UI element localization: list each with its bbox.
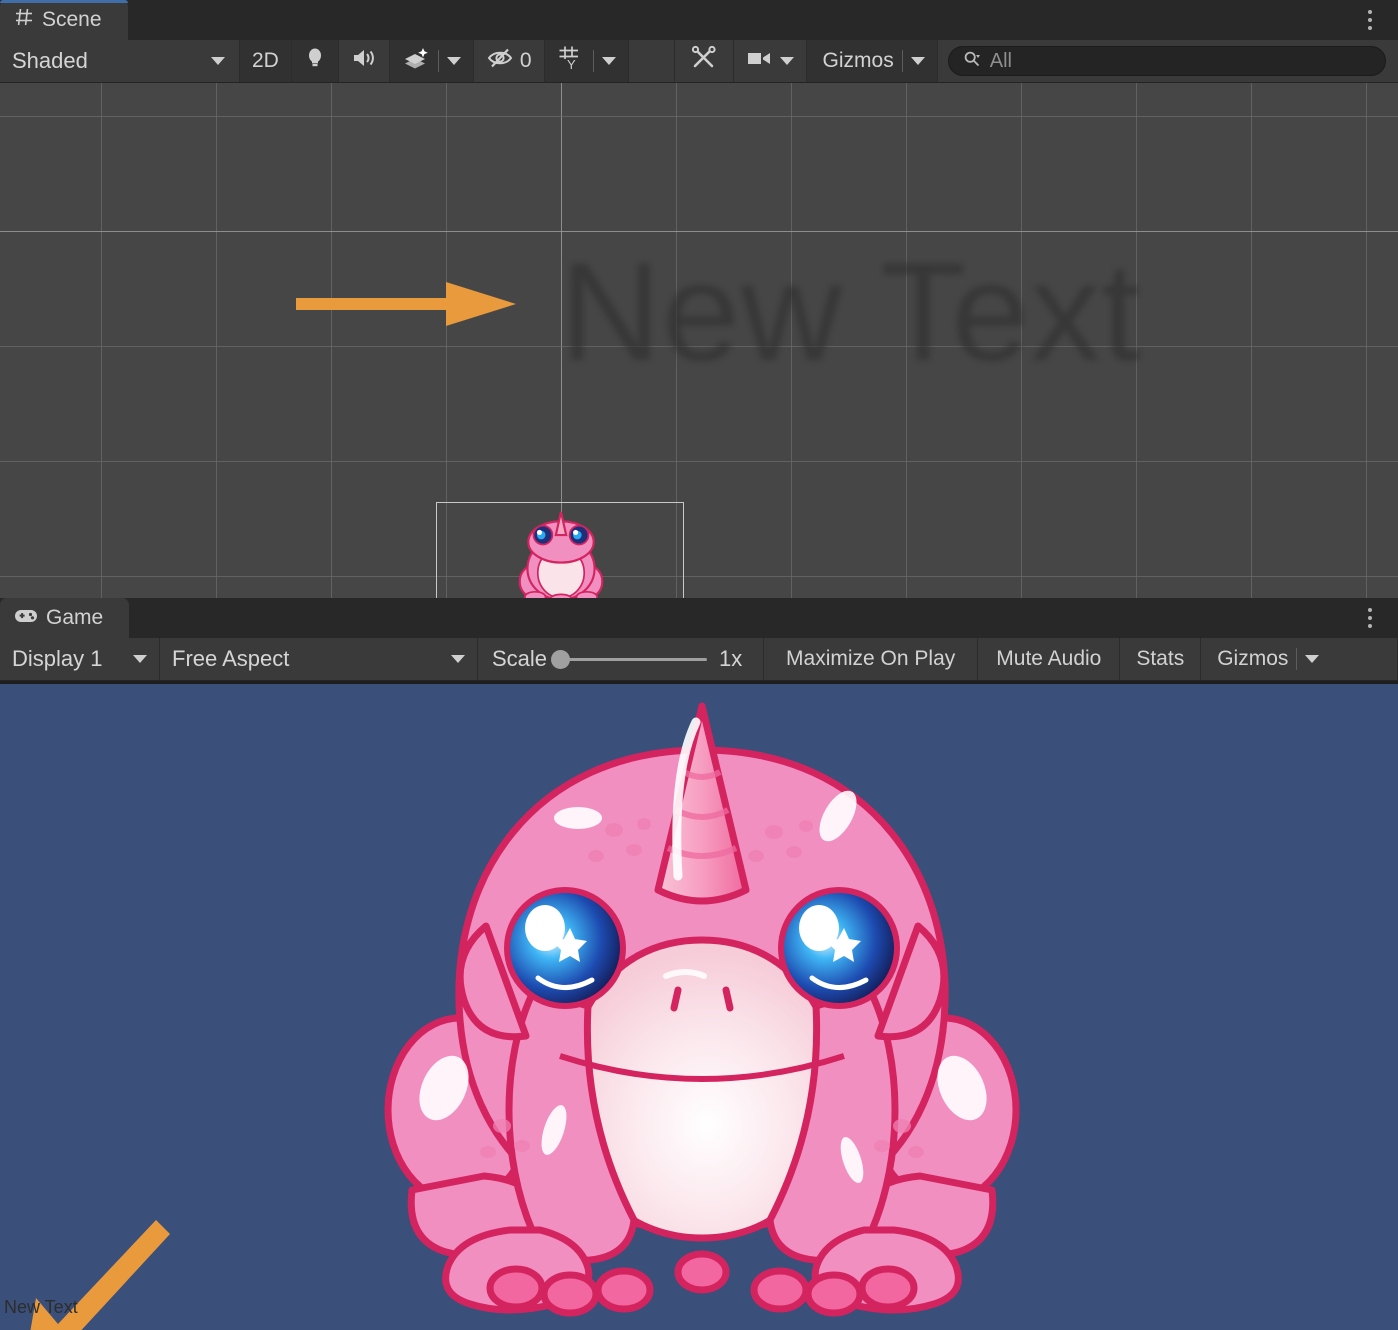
tab-active-accent (0, 0, 128, 3)
svg-text:Y: Y (567, 57, 576, 71)
scene-hidden-objects-toggle[interactable]: 0 (473, 40, 545, 82)
game-toolbar: Display 1 Free Aspect Scale 1x Maximize … (0, 638, 1398, 681)
tab-scene[interactable]: Scene (0, 0, 128, 40)
game-gizmos-button[interactable]: Gizmos (1201, 638, 1398, 680)
chevron-down-icon[interactable] (446, 57, 461, 65)
scene-draw-mode-dropdown[interactable]: Shaded (0, 40, 240, 82)
wrench-hammer-icon (691, 45, 717, 77)
speaker-icon (351, 47, 377, 75)
scene-gizmos-button[interactable]: Gizmos (806, 40, 938, 82)
game-maximize-on-play-label: Maximize On Play (786, 647, 956, 670)
divider (592, 50, 594, 72)
grid-hash-icon (14, 7, 34, 33)
tab-game[interactable]: Game (0, 598, 130, 638)
chevron-down-icon[interactable] (779, 57, 794, 65)
game-text-object[interactable]: New Text (4, 1297, 78, 1318)
scene-toolbar: Shaded 2D 0 Y Gizmos All (0, 40, 1398, 83)
game-scale-group: Scale 1x (478, 638, 765, 680)
scene-more-options-icon[interactable] (1360, 7, 1380, 33)
eye-crossed-icon (486, 46, 516, 76)
scene-draw-mode-label: Shaded (12, 48, 88, 73)
chevron-down-icon[interactable] (601, 57, 616, 65)
game-maximize-on-play-button[interactable]: Maximize On Play (764, 638, 979, 680)
game-scale-label: Scale (492, 646, 548, 671)
chevron-down-icon (451, 655, 465, 663)
game-stats-button[interactable]: Stats (1120, 638, 1202, 680)
game-scale-slider[interactable] (551, 649, 708, 669)
tab-scene-label: Scene (42, 8, 102, 31)
annotation-arrow-right (296, 282, 516, 326)
divider (437, 50, 439, 72)
divider (1296, 648, 1298, 670)
chevron-down-icon[interactable] (910, 57, 925, 65)
scene-search-container: All (937, 40, 1398, 82)
chevron-down-icon (211, 57, 225, 65)
chevron-down-icon (133, 655, 147, 663)
effects-layers-icon (402, 46, 430, 76)
grid-axis-y-icon: Y (557, 45, 585, 77)
scene-2d-toggle[interactable]: 2D (240, 40, 292, 82)
scene-lighting-toggle[interactable] (291, 40, 339, 82)
scene-camera-button[interactable] (733, 40, 807, 82)
scene-viewport[interactable]: New Text (0, 83, 1398, 598)
game-mute-audio-label: Mute Audio (996, 647, 1102, 670)
scene-tools-button[interactable] (674, 40, 734, 82)
unity-editor-window: Scene Shaded 2D 0 Y Gizmos All New Text … (0, 0, 1398, 1330)
game-gizmos-label: Gizmos (1217, 647, 1289, 670)
game-panel: Game Display 1 Free Aspect Scale 1x Maxi… (0, 598, 1398, 1330)
tab-game-label: Game (46, 606, 104, 629)
scene-hidden-objects-count: 0 (519, 49, 532, 72)
scene-toolbar-spacer (628, 40, 675, 82)
divider (901, 50, 903, 72)
game-viewport[interactable]: New Text (0, 684, 1398, 1330)
pink-unicorn-frog-sprite-game[interactable] (382, 690, 1022, 1320)
scene-grid-toggle[interactable]: Y (544, 40, 629, 82)
search-icon (963, 50, 981, 73)
game-aspect-dropdown[interactable]: Free Aspect (160, 638, 478, 680)
scene-search-input[interactable]: All (947, 46, 1386, 76)
game-scale-value: 1x (719, 646, 743, 671)
scene-panel: Scene Shaded 2D 0 Y Gizmos All New Text (0, 0, 1398, 598)
game-scale-slider-knob[interactable] (551, 649, 571, 669)
scene-gizmos-label: Gizmos (822, 49, 894, 72)
pink-unicorn-frog-sprite-scene[interactable] (518, 508, 604, 598)
lightbulb-icon (304, 46, 326, 76)
game-more-options-icon[interactable] (1360, 605, 1380, 631)
camera-icon (746, 48, 772, 74)
scene-2d-label: 2D (252, 49, 279, 72)
scene-tabbar: Scene (0, 0, 1398, 40)
game-tabbar: Game (0, 598, 1398, 638)
game-mute-audio-button[interactable]: Mute Audio (978, 638, 1121, 680)
scene-audio-toggle[interactable] (338, 40, 390, 82)
scene-fx-toggle[interactable] (389, 40, 474, 82)
game-display-label: Display 1 (12, 646, 103, 671)
game-aspect-label: Free Aspect (172, 646, 290, 671)
gamepad-icon (14, 606, 38, 630)
scene-search-placeholder: All (989, 49, 1012, 72)
game-display-dropdown[interactable]: Display 1 (0, 638, 160, 680)
scene-text-object[interactable]: New Text (560, 231, 1141, 393)
chevron-down-icon[interactable] (1305, 655, 1320, 663)
game-stats-label: Stats (1136, 647, 1185, 670)
